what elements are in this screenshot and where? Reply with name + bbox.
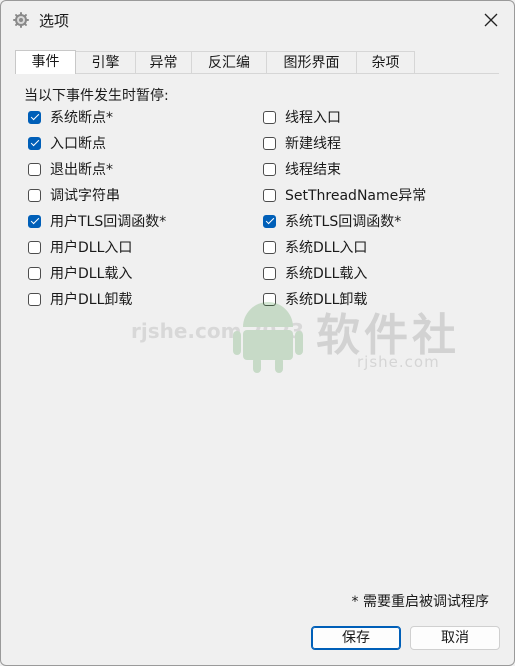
cancel-button[interactable]: 取消 <box>410 626 500 650</box>
checkbox-thread-create[interactable]: 新建线程 <box>263 133 341 153</box>
checkbox-label: 系统DLL载入 <box>285 266 368 282</box>
checkbox-box[interactable] <box>28 266 41 280</box>
checkbox-user-dll-unload[interactable]: 用户DLL卸载 <box>28 289 132 309</box>
checkbox-label: 系统DLL入口 <box>285 240 368 256</box>
tab-misc[interactable]: 杂项 <box>356 51 415 73</box>
tab-disassembly[interactable]: 反汇编 <box>191 51 267 73</box>
close-button[interactable] <box>468 1 514 39</box>
checkbox-system-dll-unload[interactable]: 系统DLL卸载 <box>263 289 367 309</box>
checkbox-label: 用户DLL卸载 <box>50 292 133 308</box>
checkbox-box[interactable] <box>28 292 41 306</box>
checkbox-user-dll-load[interactable]: 用户DLL载入 <box>28 263 132 283</box>
tab-bar: 事件 引擎 异常 反汇编 图形界面 杂项 <box>15 50 415 74</box>
checkbox-label: 用户DLL载入 <box>50 266 133 282</box>
close-icon <box>484 13 498 27</box>
checkbox-box[interactable] <box>263 188 276 202</box>
checkbox-box[interactable] <box>28 214 41 228</box>
checkbox-label: 调试字符串 <box>50 188 120 204</box>
checkbox-box[interactable] <box>28 162 41 176</box>
checkbox-box[interactable] <box>263 266 276 280</box>
section-label: 当以下事件发生时暂停: <box>24 88 169 104</box>
tab-engine[interactable]: 引擎 <box>75 51 136 73</box>
checkbox-system-dll-entry[interactable]: 系统DLL入口 <box>263 237 367 257</box>
checkbox-box[interactable] <box>28 110 41 124</box>
tab-exceptions[interactable]: 异常 <box>135 51 192 73</box>
restart-footnote: * 需要重启被调试程序 <box>351 594 489 610</box>
checkbox-exit-breakpoint[interactable]: 退出断点* <box>28 159 113 179</box>
checkbox-box[interactable] <box>263 136 276 150</box>
checkbox-box[interactable] <box>263 292 276 306</box>
checkbox-entry-breakpoint[interactable]: 入口断点 <box>28 133 106 153</box>
checkbox-system-tls-callback[interactable]: 系统TLS回调函数* <box>263 211 401 231</box>
checkbox-box[interactable] <box>263 110 276 124</box>
title-bar: 选项 <box>1 1 514 39</box>
checkbox-system-breakpoint[interactable]: 系统断点* <box>28 107 113 127</box>
checkbox-label: 退出断点* <box>50 162 113 178</box>
checkbox-user-tls-callback[interactable]: 用户TLS回调函数* <box>28 211 166 231</box>
save-button[interactable]: 保存 <box>311 626 401 650</box>
checkbox-label: 入口断点 <box>50 136 106 152</box>
checkbox-label: SetThreadName异常 <box>285 188 427 204</box>
tab-panel-events <box>15 73 499 612</box>
checkbox-box[interactable] <box>263 214 276 228</box>
checkbox-box[interactable] <box>263 162 276 176</box>
checkbox-box[interactable] <box>28 240 41 254</box>
checkbox-label: 线程入口 <box>285 110 341 126</box>
checkbox-label: 系统断点* <box>50 110 113 126</box>
tab-gui[interactable]: 图形界面 <box>266 51 357 73</box>
checkbox-debug-string[interactable]: 调试字符串 <box>28 185 120 205</box>
checkbox-thread-end[interactable]: 线程结束 <box>263 159 341 179</box>
checkbox-thread-entry[interactable]: 线程入口 <box>263 107 341 127</box>
checkbox-label: 线程结束 <box>285 162 341 178</box>
checkbox-label: 新建线程 <box>285 136 341 152</box>
checkbox-setthreadname-exception[interactable]: SetThreadName异常 <box>263 185 426 205</box>
gear-icon <box>12 11 30 29</box>
window-title: 选项 <box>39 12 70 30</box>
checkbox-box[interactable] <box>28 188 41 202</box>
checkbox-user-dll-entry[interactable]: 用户DLL入口 <box>28 237 132 257</box>
checkbox-box[interactable] <box>28 136 41 150</box>
tab-events[interactable]: 事件 <box>15 50 76 74</box>
options-dialog: 选项 事件 引擎 异常 反汇编 图形界面 杂项 当以下事件发生时暂停: 系统断点… <box>0 0 515 666</box>
checkbox-box[interactable] <box>263 240 276 254</box>
checkbox-label: 系统TLS回调函数* <box>285 214 402 230</box>
checkbox-label: 系统DLL卸载 <box>285 292 368 308</box>
checkbox-system-dll-load[interactable]: 系统DLL载入 <box>263 263 367 283</box>
checkbox-label: 用户DLL入口 <box>50 240 133 256</box>
checkbox-label: 用户TLS回调函数* <box>50 214 167 230</box>
